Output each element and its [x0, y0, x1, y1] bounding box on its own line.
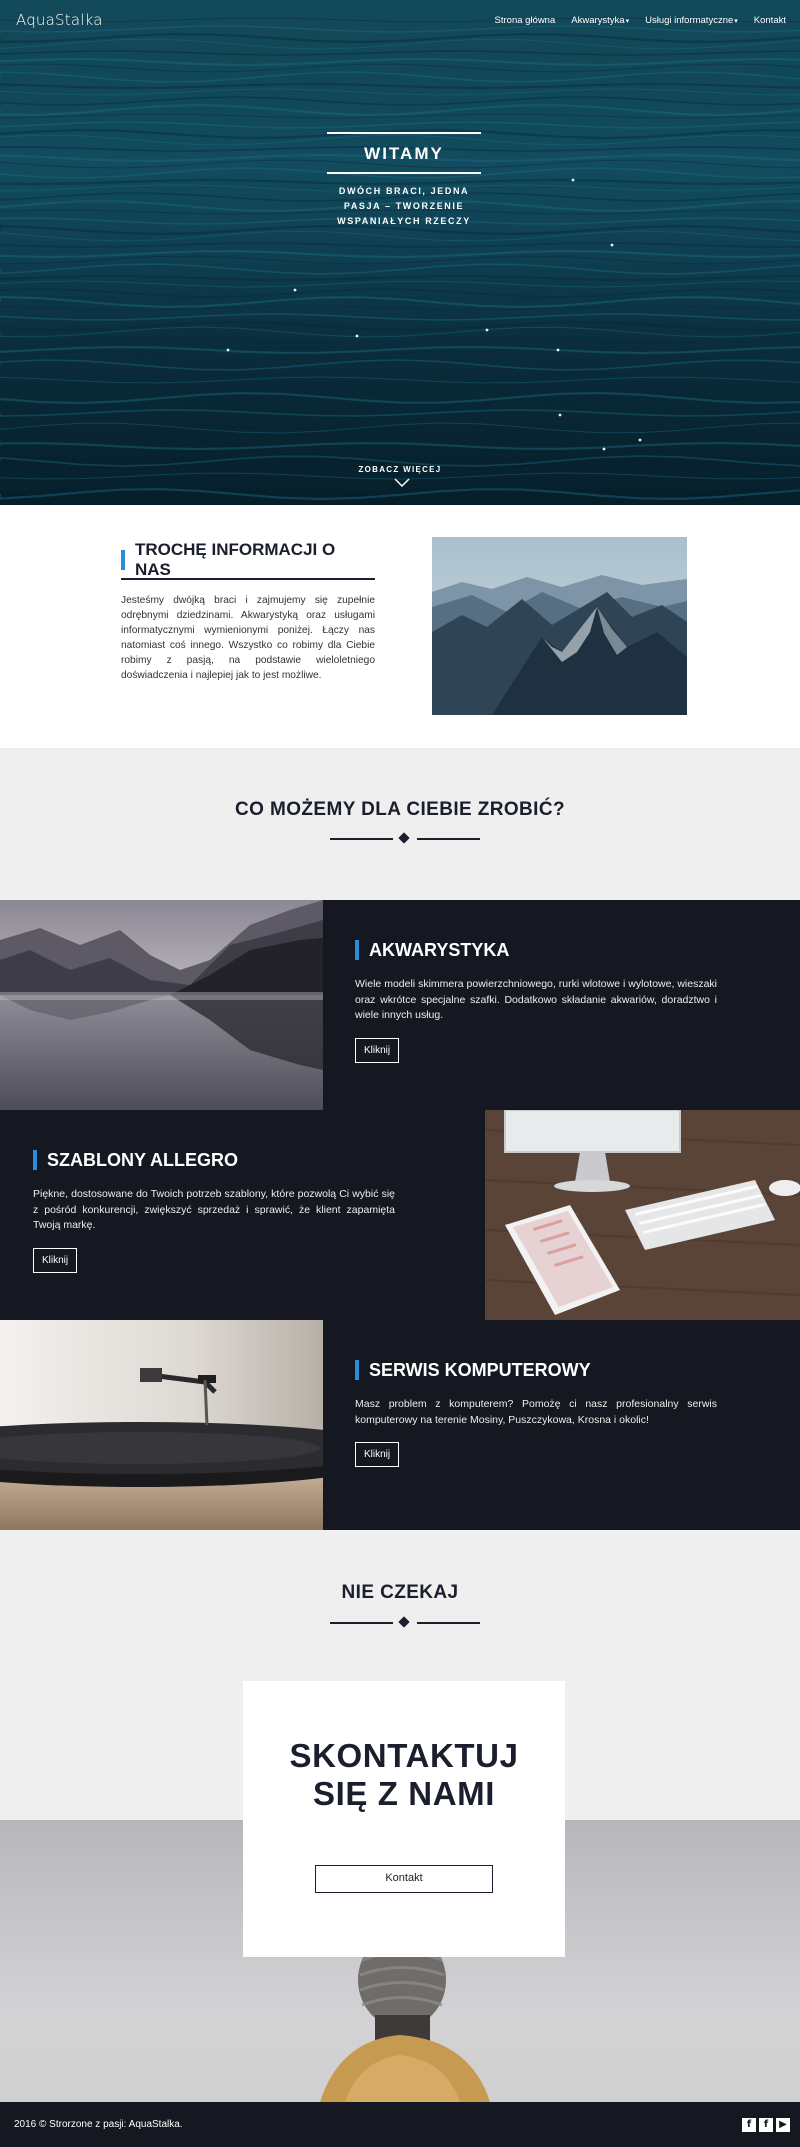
service-title: SERWIS KOMPUTEROWY: [369, 1359, 591, 1380]
lake-image: [0, 900, 323, 1110]
service-button-computer-service[interactable]: Kliknij: [355, 1442, 400, 1467]
ocean-background-image: [0, 0, 800, 505]
youtube-icon[interactable]: ▶: [776, 2117, 790, 2132]
nav-item-label: Kontakt: [753, 14, 786, 26]
facebook-icon[interactable]: f: [742, 2117, 756, 2132]
caret-down-icon: ▾: [734, 17, 738, 25]
mountains-image: [432, 537, 687, 715]
top-navbar: AquaStalka Strona główna Akwarystyka▾ Us…: [0, 0, 800, 40]
turntable-image: [0, 1320, 323, 1530]
site-logo[interactable]: AquaStalka: [16, 11, 103, 29]
accent-bar: [33, 1150, 37, 1170]
services-heading-section: CO MOŻEMY DLA CIEBIE ZROBIĆ?: [0, 748, 800, 900]
contact-card: SKONTAKTUJ SIĘ Z NAMI Kontakt: [243, 1681, 565, 1957]
accent-bar: [355, 1360, 359, 1380]
contact-title: SKONTAKTUJ SIĘ Z NAMI: [243, 1737, 565, 1813]
diamond-icon: [398, 832, 410, 844]
contact-title-line: SKONTAKTUJ: [289, 1737, 519, 1774]
service-content: SZABLONY ALLEGRO Piękne, dostosowane do …: [33, 1110, 395, 1273]
hero-subtitle-line: WSPANIAŁYCH RZECZY: [337, 216, 471, 226]
service-title: AKWARYSTYKA: [369, 939, 510, 960]
about-title: TROCHĘ INFORMACJI O NAS: [134, 540, 336, 579]
hero-title: WITAMY: [364, 144, 444, 163]
desk-devices-image: [485, 1110, 800, 1320]
service-row-allegro: SZABLONY ALLEGRO Piękne, dostosowane do …: [0, 1110, 800, 1320]
caret-down-icon: ▾: [625, 17, 630, 25]
services-title: CO MOŻEMY DLA CIEBIE ZROBIĆ?: [235, 799, 565, 820]
diamond-icon: [398, 1616, 410, 1628]
service-row-computer-service: SERWIS KOMPUTEROWY Masz problem z komput…: [0, 1320, 800, 1530]
nav-item-label: Usługi informatyczne: [645, 14, 734, 26]
service-description: Wiele modeli skimmera powierzchniowego, …: [355, 978, 717, 1021]
hero-subtitle: DWÓCH BRACI, JEDNA PASJA – TWORZENIE WSP…: [327, 184, 481, 229]
hero-section: WITAMY DWÓCH BRACI, JEDNA PASJA – TWORZE…: [0, 0, 800, 505]
hero-subtitle-line: PASJA – TWORZENIE: [343, 201, 465, 211]
service-description: Piękne, dostosowane do Twoich potrzeb sz…: [33, 1188, 395, 1231]
service-title: SZABLONY ALLEGRO: [47, 1149, 239, 1170]
footer-copyright: 2016 © Strorzone z pasji: AquaStalka.: [14, 2119, 183, 2130]
nav-item-label: Strona główna: [494, 14, 556, 26]
diamond-divider: [330, 1616, 480, 1628]
hero-subtitle-line: DWÓCH BRACI, JEDNA: [338, 186, 470, 196]
service-button-allegro[interactable]: Kliknij: [33, 1247, 78, 1273]
facebook-square-icon[interactable]: f: [759, 2117, 773, 2132]
about-text: Jesteśmy dwójką braci i zajmujemy się zu…: [121, 595, 375, 681]
chevron-down-icon[interactable]: [394, 478, 410, 488]
nav-item-akwarystyka[interactable]: Akwarystyka▾: [571, 15, 629, 26]
hero-title-box: WITAMY DWÓCH BRACI, JEDNA PASJA – TWORZE…: [327, 132, 481, 229]
accent-bar: [355, 940, 359, 960]
accent-bar: [121, 550, 125, 570]
nav-menu: Strona główna Akwarystyka▾ Usługi inform…: [495, 15, 786, 26]
service-button-akwarystyka[interactable]: Kliknij: [355, 1037, 400, 1063]
cta-title: NIE CZEKAJ: [341, 1582, 459, 1603]
service-row-akwarystyka: AKWARYSTYKA Wiele modeli skimmera powier…: [0, 900, 800, 1110]
nav-item-it-services[interactable]: Usługi informatyczne▾: [645, 15, 738, 26]
service-content: SERWIS KOMPUTEROWY Masz problem z komput…: [355, 1320, 717, 1467]
contact-title-line: SIĘ Z NAMI: [312, 1775, 495, 1812]
about-heading: TROCHĘ INFORMACJI O NAS: [121, 540, 375, 579]
see-more-link[interactable]: ZOBACZ WIĘCEJ: [0, 465, 800, 474]
service-content: AKWARYSTYKA Wiele modeli skimmera powier…: [355, 900, 717, 1063]
footer: 2016 © Strorzone z pasji: AquaStalka. f …: [0, 2102, 800, 2147]
contact-button[interactable]: Kontakt: [315, 1865, 493, 1893]
diamond-divider: [330, 832, 480, 844]
nav-item-home[interactable]: Strona główna: [495, 15, 556, 26]
nav-item-label: Akwarystyka: [571, 14, 625, 26]
about-section: TROCHĘ INFORMACJI O NAS Jesteśmy dwójką …: [0, 505, 800, 748]
service-description: Masz problem z komputerem? Pomożę ci nas…: [355, 1398, 717, 1426]
hero-bottom-rule: [327, 172, 481, 174]
social-links: f f ▶: [742, 2117, 790, 2132]
about-underline: [121, 578, 375, 580]
nav-item-contact[interactable]: Kontakt: [754, 15, 786, 26]
